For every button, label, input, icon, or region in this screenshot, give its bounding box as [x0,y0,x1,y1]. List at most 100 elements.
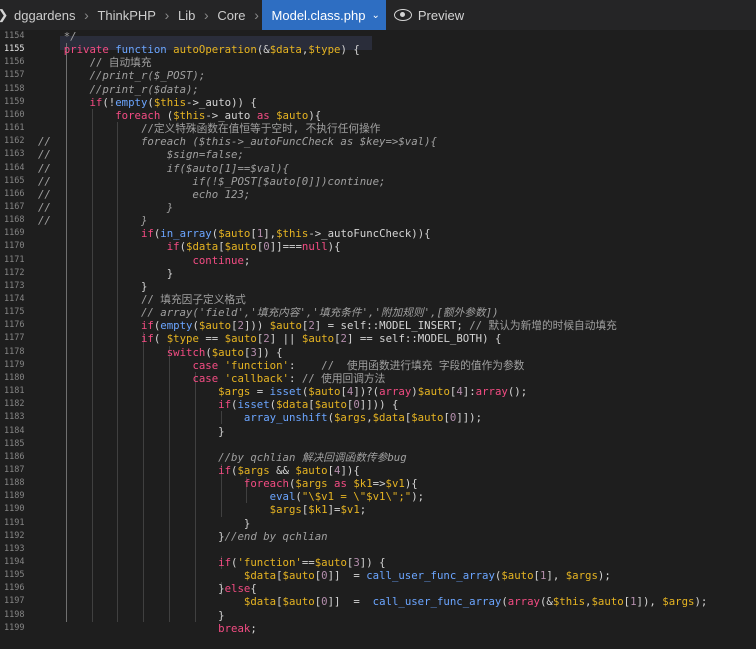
line-number[interactable]: 1173 [4,280,30,293]
line-number[interactable]: 1192 [4,530,30,543]
line-number[interactable]: 1166 [4,188,30,201]
code-line[interactable]: foreach ($this->_auto as $auto){ [38,109,321,122]
line-number-gutter[interactable]: 1154 1155 1156 1157 1158 1159 1160 1161 1162 1163… [0,30,40,649]
breadcrumb-item-thinkphp[interactable]: ThinkPHP [91,0,162,30]
line-number[interactable]: 1160 [4,109,30,122]
breadcrumb-item-dggardens[interactable]: dggardens [8,0,81,30]
line-number[interactable]: 1188 [4,477,30,490]
code-line[interactable]: //print_r($data); [38,83,198,96]
code-line[interactable]: // 自动填充 [38,56,151,69]
code-line[interactable]: continue; [38,254,250,267]
code-line[interactable]: case 'function': // 使用函数进行填充 字段的值作为参数 [38,359,524,372]
code-line[interactable]: // } [38,201,173,214]
line-number[interactable]: 1164 [4,162,30,175]
code-line[interactable]: eval("\$v1 = \"$v1\";"); [38,490,424,503]
code-line[interactable]: } [38,280,147,293]
code-line[interactable]: // } [38,214,147,227]
code-line[interactable]: switch($auto[3]) { [38,346,283,359]
code-text-area[interactable]: */ private function autoOperation(&$data… [38,30,756,649]
line-number[interactable]: 1162 [4,135,30,148]
line-number[interactable]: 1175 [4,306,30,319]
line-number[interactable]: 1185 [4,438,30,451]
line-number[interactable]: 1199 [4,622,30,635]
line-number[interactable]: 1174 [4,293,30,306]
code-line[interactable]: array_unshift($args,$data[$auto[0]]); [38,411,482,424]
preview-button[interactable]: Preview [393,8,464,23]
line-number[interactable]: 1194 [4,556,30,569]
code-line[interactable]: if($data[$auto[0]]===null){ [38,240,341,253]
line-number[interactable]: 1193 [4,543,30,556]
line-number[interactable]: 1186 [4,451,30,464]
code-line[interactable]: if('function'==$auto[3]) { [38,556,385,569]
code-line[interactable]: $args = isset($auto[4])?(array)$auto[4]:… [38,385,527,398]
code-line[interactable]: $data[$auto[0]] = call_user_func_array(a… [38,595,707,608]
code-line[interactable]: //定义特殊函数在值恒等于空时, 不执行任何操作 [38,122,381,135]
line-number[interactable]: 1156 [4,56,30,69]
code-line[interactable]: */ [38,30,77,43]
line-number[interactable]: 1168 [4,214,30,227]
code-line[interactable]: break; [38,622,257,635]
code-line[interactable]: }//end by qchlian [38,530,327,543]
line-number[interactable]: 1163 [4,148,30,161]
line-number[interactable]: 1157 [4,69,30,82]
code-line[interactable]: if( $type == $auto[2] || $auto[2] == sel… [38,332,501,345]
line-number[interactable]: 1184 [4,425,30,438]
line-number[interactable]: 1170 [4,240,30,253]
code-line[interactable]: // if(!$_POST[$auto[0]])continue; [38,175,385,188]
line-number[interactable]: 1159 [4,96,30,109]
line-number[interactable]: 1179 [4,359,30,372]
code-line[interactable]: // if($auto[1]==$val){ [38,162,289,175]
code-line[interactable]: $args[$k1]=$v1; [38,503,367,516]
code-line[interactable]: if(isset($data[$auto[0]])) { [38,398,398,411]
line-number[interactable]: 1165 [4,175,30,188]
line-number[interactable]: 1183 [4,411,30,424]
code-line[interactable]: // echo 123; [38,188,250,201]
code-line[interactable]: //print_r($_POST); [38,69,205,82]
code-line[interactable]: if(empty($auto[2])) $auto[2] = self::MOD… [38,319,617,332]
code-line[interactable]: $data[$auto[0]] = call_user_func_array($… [38,569,611,582]
code-line[interactable]: foreach($args as $k1=>$v1){ [38,477,418,490]
code-line[interactable]: if($args && $auto[4]){ [38,464,360,477]
line-number[interactable]: 1181 [4,385,30,398]
code-line[interactable]: } [38,425,224,438]
line-number[interactable]: 1161 [4,122,30,135]
line-number[interactable]: 1158 [4,83,30,96]
line-number[interactable]: 1196 [4,582,30,595]
code-line[interactable]: private function autoOperation(&$data,$t… [38,43,360,56]
line-number[interactable]: 1197 [4,595,30,608]
line-number[interactable]: 1182 [4,398,30,411]
line-number[interactable]: 1198 [4,609,30,622]
code-line[interactable]: if(!empty($this->_auto)) { [38,96,256,109]
code-line[interactable]: } [38,517,250,530]
breadcrumb-active-file[interactable]: Model.class.php ⌄ [261,0,386,30]
line-number[interactable]: 1169 [4,227,30,240]
line-number[interactable]: 1195 [4,569,30,582]
code-line[interactable]: // foreach ($this->_autoFuncCheck as $ke… [38,135,437,148]
line-number[interactable]: 1180 [4,372,30,385]
line-number[interactable]: 1154 [4,30,30,43]
line-number[interactable]: 1171 [4,254,30,267]
code-line[interactable]: //by qchlian 解决回调函数传参bug [38,451,406,464]
breadcrumb-item-core[interactable]: Core [211,0,251,30]
code-line[interactable]: // 填充因子定义格式 [38,293,246,306]
line-number[interactable]: 1187 [4,464,30,477]
code-line[interactable]: // $sign=false; [38,148,244,161]
code-line[interactable]: if(in_array($auto[1],$this->_autoFuncChe… [38,227,431,240]
line-number[interactable]: 1189 [4,490,30,503]
breadcrumb-item-lib[interactable]: Lib [172,0,201,30]
code-editor[interactable]: 1154 1155 1156 1157 1158 1159 1160 1161 1162 1163… [0,30,756,649]
code-line[interactable]: } [38,609,224,622]
line-number[interactable]: 1176 [4,319,30,332]
code-line[interactable]: } [38,267,173,280]
line-number[interactable]: 1155 [4,43,30,56]
chevron-down-icon[interactable]: ⌄ [371,10,379,21]
line-number[interactable]: 1190 [4,503,30,516]
line-number[interactable]: 1178 [4,346,30,359]
line-number[interactable]: 1177 [4,332,30,345]
code-line[interactable]: case 'callback': // 使用回调方法 [38,372,385,385]
line-number[interactable]: 1191 [4,517,30,530]
line-number[interactable]: 1167 [4,201,30,214]
chevron-right-icon[interactable]: ❯ [0,7,8,22]
line-number[interactable]: 1172 [4,267,30,280]
code-line[interactable]: }else{ [38,582,257,595]
